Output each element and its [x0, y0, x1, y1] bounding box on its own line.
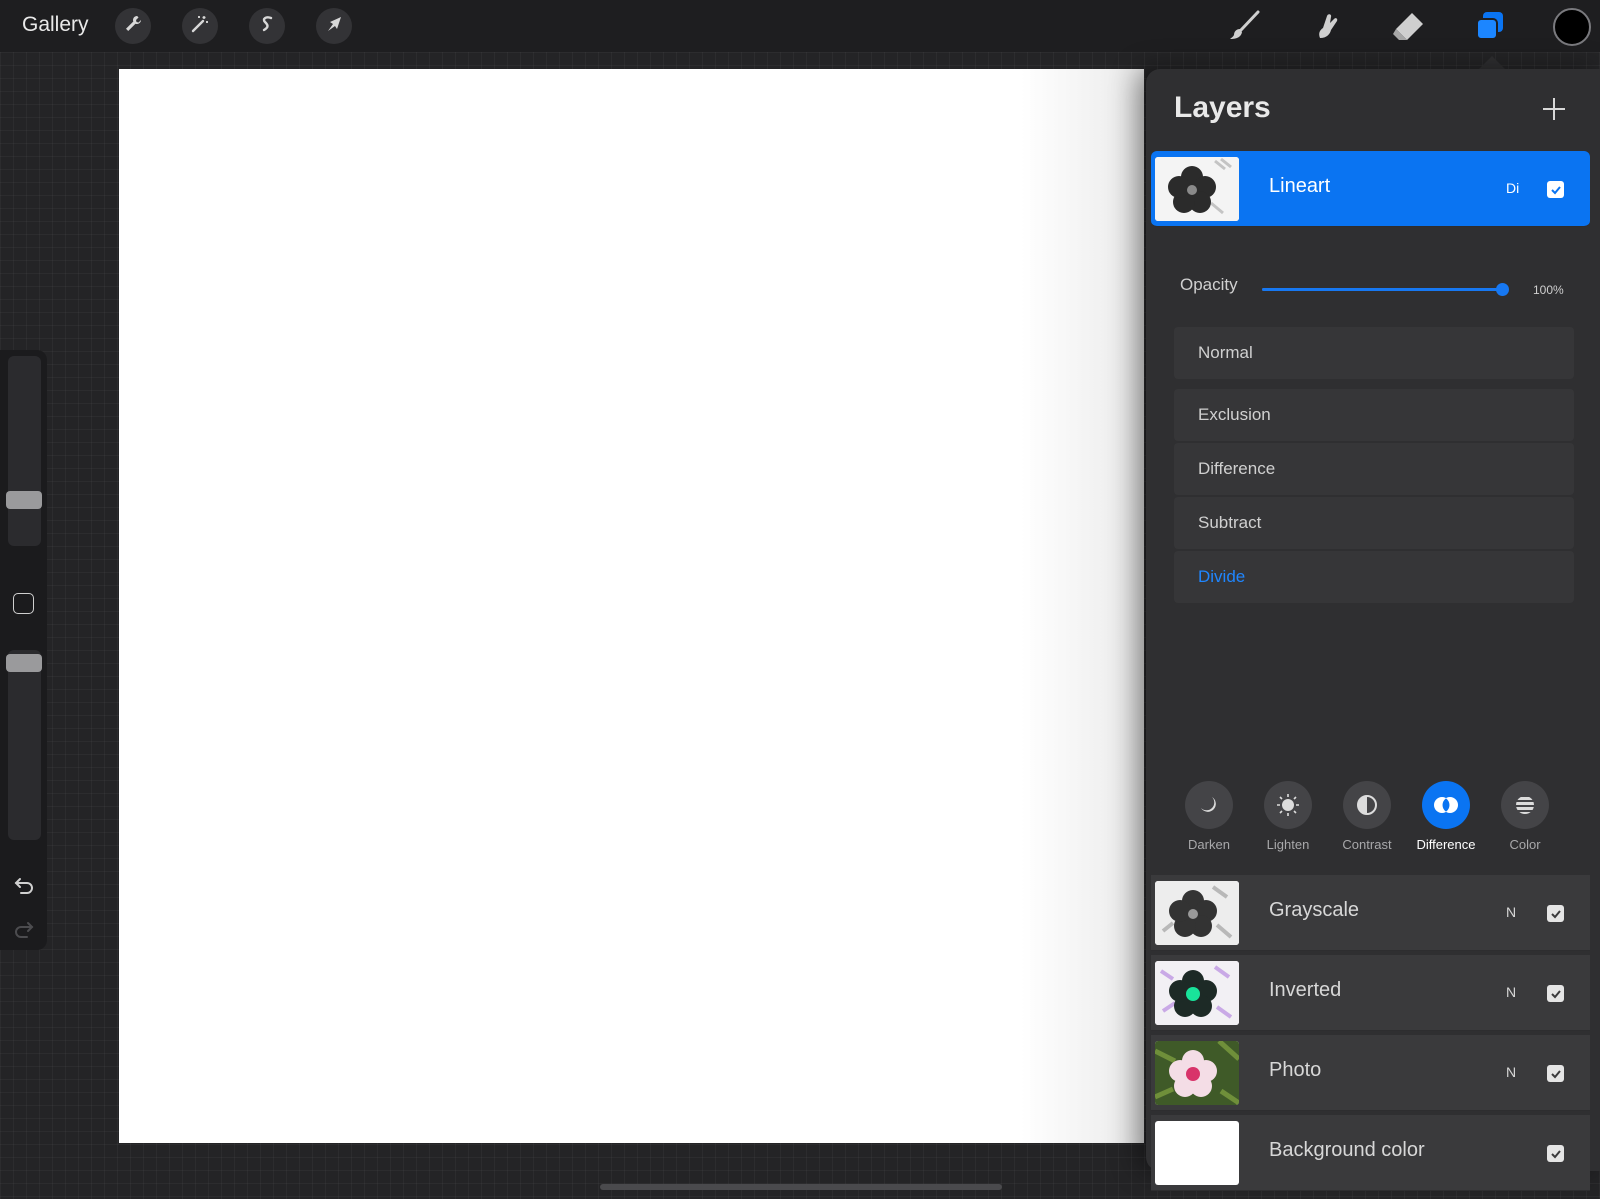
transform-button[interactable] — [316, 8, 352, 44]
layer-row-inverted[interactable]: Inverted N — [1151, 955, 1590, 1031]
top-toolbar: Gallery — [0, 0, 1600, 52]
eraser-tool-button[interactable] — [1388, 8, 1428, 48]
opacity-label: Opacity — [1180, 275, 1238, 294]
layer-row-photo[interactable]: Photo N — [1151, 1035, 1590, 1111]
panel-title: Layers — [1174, 91, 1271, 124]
smudge-icon — [1308, 8, 1344, 49]
category-label: Contrast — [1342, 837, 1392, 852]
sun-icon — [1264, 781, 1312, 829]
opacity-fill — [1262, 288, 1502, 291]
opacity-knob[interactable] — [1496, 283, 1509, 296]
layer-row-selected[interactable]: Lineart Di — [1151, 151, 1590, 227]
category-label: Color — [1509, 837, 1541, 852]
layer-row-grayscale[interactable]: Grayscale N — [1151, 875, 1590, 951]
category-label: Darken — [1188, 837, 1230, 852]
modify-button-icon[interactable] — [13, 593, 34, 614]
category-label: Difference — [1416, 837, 1476, 852]
layer-name: Inverted — [1269, 979, 1342, 1001]
transform-arrow-icon — [324, 14, 344, 39]
brush-tool-button[interactable] — [1225, 8, 1265, 48]
category-darken[interactable]: Darken — [1174, 781, 1244, 852]
brush-opacity-thumb[interactable] — [6, 654, 42, 672]
opacity-slider[interactable] — [1262, 283, 1509, 296]
visibility-checkbox[interactable] — [1547, 1065, 1564, 1082]
home-indicator[interactable] — [600, 1184, 1002, 1190]
visibility-checkbox[interactable] — [1547, 181, 1564, 198]
layers-icon — [1472, 8, 1508, 49]
undo-icon[interactable] — [12, 872, 36, 896]
blend-mode-button[interactable]: N — [1506, 984, 1516, 1000]
panel-pointer — [1478, 56, 1506, 70]
layer-thumbnail — [1155, 961, 1239, 1025]
smudge-tool-button[interactable] — [1306, 8, 1346, 48]
layer-name: Background color — [1269, 1139, 1425, 1161]
blend-mode-exclusion[interactable]: Exclusion — [1174, 389, 1574, 441]
category-difference[interactable]: Difference — [1411, 781, 1481, 852]
selection-button[interactable] — [249, 8, 285, 44]
redo-icon[interactable] — [12, 916, 36, 940]
wrench-icon — [123, 14, 143, 39]
layers-tool-button[interactable] — [1470, 8, 1510, 48]
layer-thumbnail — [1155, 157, 1239, 221]
brush-opacity-slider[interactable] — [8, 650, 41, 840]
left-sidebar — [0, 350, 47, 950]
actions-button[interactable] — [115, 8, 151, 44]
blend-mode-subtract[interactable]: Subtract — [1174, 497, 1574, 549]
moon-icon — [1185, 781, 1233, 829]
visibility-checkbox[interactable] — [1547, 985, 1564, 1002]
blend-mode-button[interactable]: N — [1506, 904, 1516, 920]
layer-thumbnail — [1155, 881, 1239, 945]
blend-mode-difference[interactable]: Difference — [1174, 443, 1574, 495]
adjustments-button[interactable] — [182, 8, 218, 44]
drawing-canvas[interactable] — [119, 69, 1144, 1143]
visibility-checkbox[interactable] — [1547, 905, 1564, 922]
difference-icon — [1422, 781, 1470, 829]
category-lighten[interactable]: Lighten — [1253, 781, 1323, 852]
selection-icon — [257, 14, 277, 39]
layer-thumbnail — [1155, 1121, 1239, 1185]
category-color[interactable]: Color — [1490, 781, 1560, 852]
category-contrast[interactable]: Contrast — [1332, 781, 1402, 852]
half-circle-icon — [1343, 781, 1391, 829]
eraser-icon — [1390, 8, 1426, 49]
layer-name: Photo — [1269, 1059, 1322, 1081]
brush-size-slider[interactable] — [8, 356, 41, 546]
gallery-button[interactable]: Gallery — [22, 13, 89, 37]
blend-mode-button[interactable]: N — [1506, 1064, 1516, 1080]
layer-row-background-color[interactable]: Background color — [1151, 1115, 1590, 1191]
brush-icon — [1227, 8, 1263, 49]
blend-category-row: Darken Lighten Contrast Difference Color — [1174, 781, 1574, 861]
opacity-value: 100% — [1533, 283, 1564, 297]
brush-size-thumb[interactable] — [6, 491, 42, 509]
blend-mode-normal[interactable]: Normal — [1174, 327, 1574, 379]
category-label: Lighten — [1266, 837, 1310, 852]
layer-name: Lineart — [1269, 175, 1331, 197]
layers-panel: Layers Lineart Di Opacity 100% Normal Ex… — [1146, 69, 1600, 1191]
blend-mode-button[interactable]: Di — [1506, 180, 1519, 196]
magic-wand-icon — [190, 14, 210, 39]
plus-icon[interactable] — [1541, 96, 1567, 122]
layer-name: Grayscale — [1269, 899, 1360, 921]
color-picker-button[interactable] — [1553, 8, 1591, 46]
layer-thumbnail — [1155, 1041, 1239, 1105]
color-stripes-icon — [1501, 781, 1549, 829]
visibility-checkbox[interactable] — [1547, 1145, 1564, 1162]
blend-mode-divide[interactable]: Divide — [1174, 551, 1574, 603]
